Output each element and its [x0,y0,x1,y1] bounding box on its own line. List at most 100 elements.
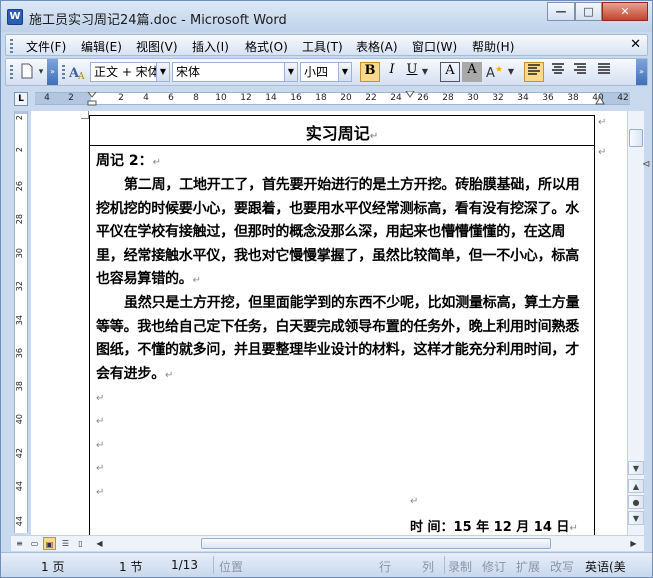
align-right-button[interactable] [570,62,590,82]
menu-edit[interactable]: 编辑(E) [81,38,122,55]
menu-grip[interactable] [10,39,13,53]
empty-paragraph[interactable]: ↵ [96,481,590,504]
toolbar-grip-2[interactable] [62,65,65,79]
text-effects-icon[interactable]: A [484,63,506,81]
font-combo[interactable]: 宋体 ▼ [172,62,298,82]
document-page[interactable]: 实习周记↵ 周记 2：↵ 第二周，工地开工了，首先要开始进行的是土方开挖。砖胎膜… [31,111,627,535]
normal-view-icon[interactable]: ≡ [13,537,26,550]
empty-paragraph[interactable]: ↵ [96,387,590,410]
status-bar: 1 页 1 节 1/13 位置 行 列 录制 修订 扩展 改写 英语(美 [1,552,652,577]
menu-file[interactable]: 文件(F) [26,38,66,55]
week-label[interactable]: 周记 2：↵ [96,150,590,174]
close-button[interactable]: ✕ [602,2,648,21]
split-handle-icon[interactable]: ⊲ [642,159,650,170]
paragraph-mark: ↵ [569,523,578,534]
toolbar-overflow-icon[interactable]: » [47,59,58,85]
toolbar-grip[interactable] [10,65,13,79]
justify-button[interactable] [594,62,614,82]
scroll-left-icon[interactable]: ◀ [93,537,106,550]
empty-paragraph[interactable]: ↵ [96,457,590,480]
maximize-button[interactable]: □ [575,2,602,21]
underline-button[interactable]: U [402,62,422,82]
menu-insert[interactable]: 插入(I) [192,38,229,55]
ruler-tick: 34 [517,93,529,103]
status-track-changes[interactable]: 修订 [482,558,506,575]
paragraph-1-text: 第二周，工地开工了，首先要开始进行的是土方开挖。砖胎膜基础，所以用挖机挖的时候要… [96,177,580,288]
char-border-button[interactable]: A [440,62,460,82]
paragraph-2[interactable]: 虽然只是土方开挖，但里面能学到的东西不少呢，比如测量标高，算土方量等等。我也给自… [96,292,590,387]
reading-view-icon[interactable]: ▯ [74,537,87,550]
web-layout-view-icon[interactable]: ▭ [28,537,41,550]
document-area[interactable]: 实习周记↵ 周记 2：↵ 第二周，工地开工了，首先要开始进行的是土方开挖。砖胎膜… [31,111,627,535]
status-line: 行 [379,560,392,574]
indent-marker-icon[interactable] [87,92,97,106]
toolbar-overflow-right-icon[interactable]: » [636,59,647,85]
print-layout-view-icon[interactable]: ▣ [43,537,56,550]
horizontal-scroll-thumb[interactable] [201,538,551,549]
empty-paragraph[interactable]: ↵ [96,434,590,457]
style-dropdown-icon[interactable]: ▼ [156,63,169,81]
ruler-tick: 20 [340,93,352,103]
menu-window[interactable]: 窗口(W) [412,38,457,55]
menu-table[interactable]: 表格(A) [356,38,398,55]
margin-corner-mark [81,111,89,119]
underline-dropdown-icon[interactable]: ▼ [420,63,430,81]
toolbar-options-icon[interactable]: ▾ [36,63,46,81]
menu-help[interactable]: 帮助(H) [472,38,514,55]
right-indent-marker-icon[interactable] [595,96,605,105]
scroll-right-icon[interactable]: ▶ [627,537,640,550]
previous-page-icon[interactable]: ▲ [628,479,644,493]
vertical-scrollbar[interactable]: ▼ ▲ ● ▼ [627,111,644,535]
date-line[interactable]: 时 间：15 年 12 月 14 日↵ [410,516,578,535]
vruler-tick: 44 [15,516,24,527]
horizontal-scrollbar[interactable]: ≡ ▭ ▣ ☰ ▯ ◀ ▶ [11,535,644,551]
vertical-scroll-thumb[interactable] [629,129,643,147]
next-page-icon[interactable]: ▼ [628,511,644,525]
vruler-tick: 38 [15,381,24,392]
ruler-tick: 24 [390,93,402,103]
status-overtype[interactable]: 改写 [550,558,574,575]
minimize-button[interactable]: — [547,2,575,21]
horizontal-ruler[interactable]: 4 2 2 4 6 8 10 12 14 16 18 20 22 24 26 2… [35,91,630,106]
menu-view[interactable]: 视图(V) [136,38,178,55]
status-page: 1 页 [41,560,65,574]
column-marker-icon[interactable] [405,91,415,99]
bold-button[interactable]: B [360,62,380,82]
char-shading-button[interactable]: A [462,62,482,82]
journal-table[interactable]: 实习周记↵ 周记 2：↵ 第二周，工地开工了，首先要开始进行的是土方开挖。砖胎膜… [89,115,595,535]
align-left-button[interactable] [524,62,544,82]
ruler-tick: 26 [417,93,429,103]
font-dropdown-icon[interactable]: ▼ [284,63,297,81]
paragraph-1[interactable]: 第二周，工地开工了，首先要开始进行的是土方开挖。砖胎膜基础，所以用挖机挖的时候要… [96,174,590,292]
tab-selector[interactable]: L [14,92,28,106]
menu-tools[interactable]: 工具(T) [302,38,343,55]
outline-view-icon[interactable]: ☰ [59,537,72,550]
vertical-ruler[interactable]: 2 2 26 28 30 32 34 36 38 40 42 44 44 [14,111,28,533]
status-extend[interactable]: 扩展 [516,558,540,575]
status-page-of: 1/13 [171,558,198,572]
size-dropdown-icon[interactable]: ▼ [338,63,351,81]
journal-body[interactable]: 周记 2：↵ 第二周，工地开工了，首先要开始进行的是土方开挖。砖胎膜基础，所以用… [96,150,590,504]
align-center-button[interactable] [548,62,568,82]
status-language[interactable]: 英语(美 [585,558,626,575]
ruler-tick: 36 [542,93,554,103]
style-combo[interactable]: 正文 + 宋体 ▼ [90,62,170,82]
status-record[interactable]: 录制 [448,558,472,575]
new-document-icon[interactable] [18,63,36,81]
text-effects-dropdown-icon[interactable]: ▼ [506,63,516,81]
vruler-tick: 30 [15,248,24,259]
title-bar[interactable]: W 施工员实习周记24篇.doc - Microsoft Word — □ ✕ [1,1,652,32]
word-app-icon[interactable]: W [7,9,23,25]
page-title[interactable]: 实习周记↵ [90,120,594,144]
empty-paragraph[interactable]: ↵ [96,410,590,433]
scroll-down-icon[interactable]: ▼ [628,461,644,475]
size-combo[interactable]: 小四 ▼ [300,62,352,82]
italic-button[interactable]: I [382,62,402,82]
styles-pane-icon[interactable]: AA [68,63,86,82]
select-browse-object-icon[interactable]: ● [628,495,644,509]
table-header-row[interactable]: 实习周记↵ [90,116,594,146]
vruler-tick: 44 [15,481,24,492]
ruler-tick: 30 [467,93,479,103]
document-close-icon[interactable]: ✕ [630,37,641,52]
menu-format[interactable]: 格式(O) [245,38,288,55]
